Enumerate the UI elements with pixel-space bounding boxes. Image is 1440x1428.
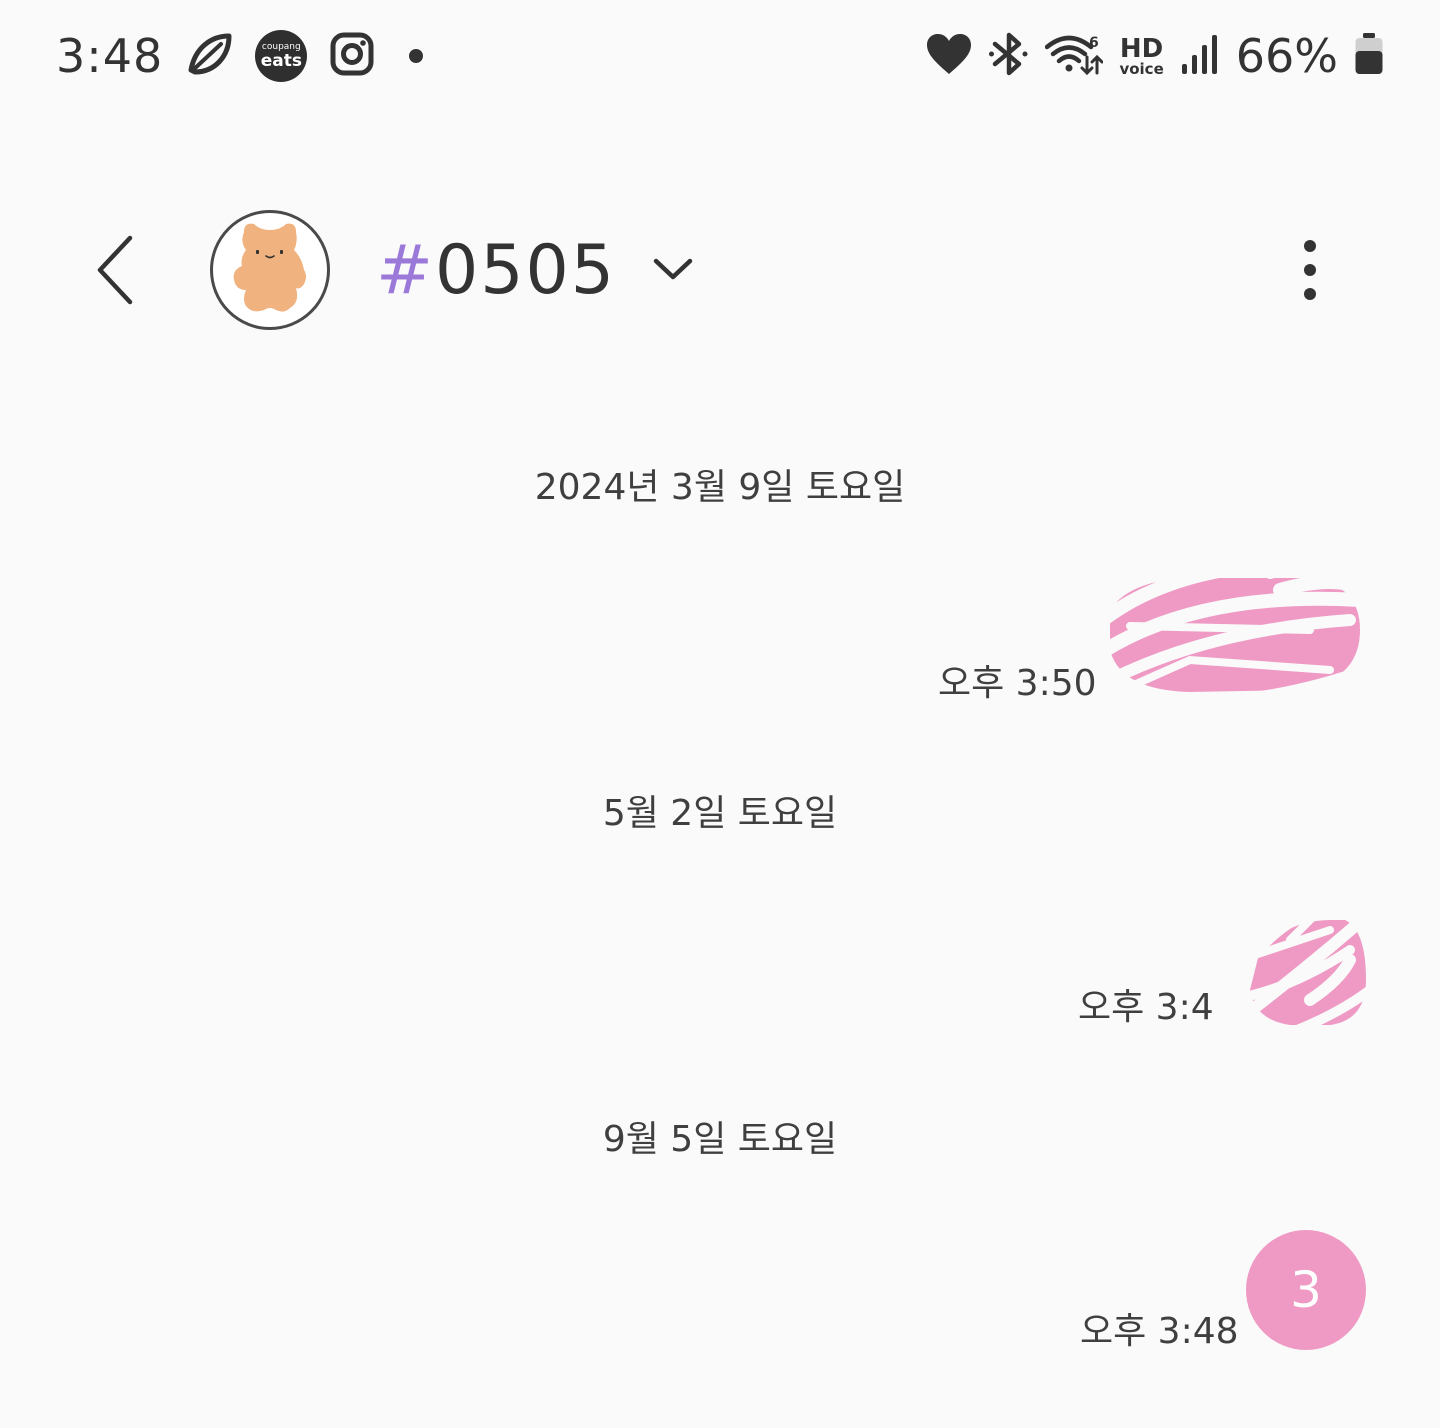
status-bar-left: 3:48 coupang eats [56,24,424,88]
chevron-down-icon [653,258,693,280]
date-divider: 5월 2일 토요일 [602,793,838,834]
instagram-icon [329,31,375,81]
battery-percentage: 66% [1235,29,1338,83]
more-options-button[interactable] [1288,232,1332,308]
message-time: 오후 3:4 [1078,987,1214,1028]
chat-screen: 3:48 coupang eats 6 HD voice 66% #0505 2… [0,0,1440,1428]
status-time: 3:48 [56,29,164,83]
hd-text: HD [1119,33,1164,64]
svg-text:6: 6 [1089,35,1099,51]
redacted-message-bubble[interactable] [1140,830,1440,1110]
status-bar-right: 6 HD voice 66% [925,24,1384,88]
date-divider: 2024년 3월 9일 토요일 [534,467,906,508]
chevron-left-icon [97,235,133,305]
hd-voice-icon: HD voice [1119,36,1163,77]
coupang-eats-icon: coupang eats [255,30,308,82]
wifi-icon: 6 [1045,31,1104,81]
message-time: 오후 3:48 [1080,1311,1239,1352]
date-divider: 9월 5일 토요일 [602,1119,838,1160]
voice-text: voice [1119,59,1164,78]
message-bubble[interactable]: 3 [1246,1230,1366,1350]
more-vertical-icon [1304,240,1316,300]
back-button[interactable] [86,230,146,310]
contact-name: #0505 [376,231,616,310]
notification-dot-icon [409,49,424,63]
message-time: 오후 3:50 [938,663,1097,704]
redacted-message-bubble[interactable] [1070,550,1410,760]
coupang-icon-big-text: eats [260,50,302,71]
contact-avatar[interactable] [210,210,330,330]
leaf-app-icon [185,30,233,82]
bear-avatar-icon [233,223,306,312]
battery-icon [1354,32,1384,80]
heart-icon [925,32,973,80]
contact-name-dropdown[interactable]: #0505 [376,228,694,312]
signal-strength-icon [1180,32,1220,80]
bluetooth-icon [989,31,1029,81]
contact-name-hash: # [376,230,435,310]
contact-name-text: 0505 [434,230,617,310]
